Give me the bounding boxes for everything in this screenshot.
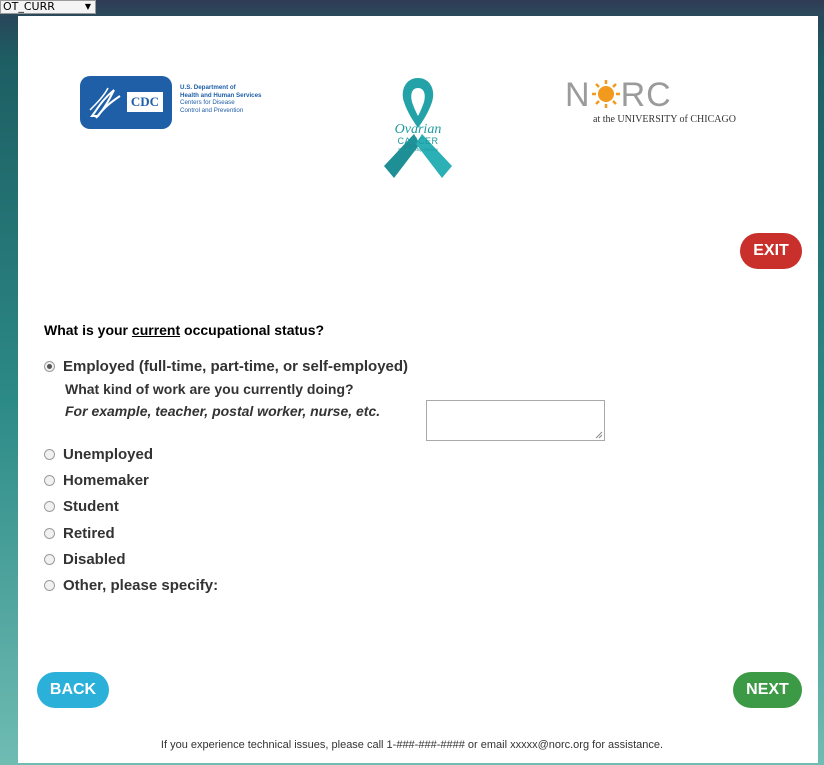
back-button[interactable]: BACK xyxy=(37,672,109,708)
question-emphasis: current xyxy=(131,322,181,338)
option-label: Employed (full-time, part-time, or self-… xyxy=(63,358,409,375)
radio-homemaker[interactable] xyxy=(44,474,55,486)
option-unemployed[interactable]: Unemployed xyxy=(44,446,153,463)
resize-grip-icon[interactable] xyxy=(595,431,603,439)
option-homemaker[interactable]: Homemaker xyxy=(44,472,149,489)
question-text: What is your current occupational status… xyxy=(44,322,324,338)
norc-wordmark: N RC xyxy=(565,78,672,112)
option-label: Disabled xyxy=(63,551,126,568)
hhs-eagle-icon xyxy=(89,87,121,119)
radio-employed[interactable] xyxy=(44,360,55,372)
option-label: Retired xyxy=(63,525,115,542)
question-prefix: What is your xyxy=(44,322,132,338)
hhs-agency-text: U.S. Department of Health and Human Serv… xyxy=(180,84,300,114)
window-top-bar xyxy=(0,0,824,16)
option-label: Homemaker xyxy=(63,472,149,489)
ovarian-cancer-ribbon-logo: Ovarian CANCER Survivorship Survey xyxy=(378,74,458,180)
cdc-logo: CDC xyxy=(80,76,172,129)
radio-retired[interactable] xyxy=(44,527,55,539)
variable-select-value: OT_CURR xyxy=(3,0,55,13)
option-other[interactable]: Other, please specify: xyxy=(44,577,218,594)
followup-question: What kind of work are you currently doin… xyxy=(65,381,354,397)
option-employed[interactable]: Employed (full-time, part-time, or self-… xyxy=(44,358,408,375)
norc-logo: N RC at the UNIVERSITY of CHICAGO xyxy=(565,78,765,128)
sunburst-icon xyxy=(591,80,620,108)
option-student[interactable]: Student xyxy=(44,498,119,515)
radio-student[interactable] xyxy=(44,500,55,512)
norc-subtitle: at the UNIVERSITY of CHICAGO xyxy=(593,114,736,125)
exit-button[interactable]: EXIT xyxy=(740,233,802,269)
cdc-mark: CDC xyxy=(127,92,163,112)
ribbon-line-2: CANCER xyxy=(397,136,439,146)
work-description-input[interactable] xyxy=(426,400,605,441)
variable-select[interactable]: OT_CURR ▼ xyxy=(0,0,96,14)
radio-other[interactable] xyxy=(44,579,55,591)
norc-letters-rc: RC xyxy=(620,76,672,114)
agency-line: U.S. Department of xyxy=(180,84,236,91)
agency-line: Centers for Disease xyxy=(180,99,235,106)
chevron-down-icon: ▼ xyxy=(84,2,91,11)
option-label: Other, please specify: xyxy=(63,577,219,594)
question-suffix: occupational status? xyxy=(180,322,325,338)
option-label: Student xyxy=(63,498,119,515)
option-retired[interactable]: Retired xyxy=(44,525,115,542)
radio-disabled[interactable] xyxy=(44,553,55,565)
option-disabled[interactable]: Disabled xyxy=(44,551,126,568)
followup-example: For example, teacher, postal worker, nur… xyxy=(65,403,381,419)
agency-line: Control and Prevention xyxy=(180,106,244,114)
next-button[interactable]: NEXT xyxy=(733,672,802,708)
footer-help-text: If you experience technical issues, plea… xyxy=(160,739,664,751)
option-label: Unemployed xyxy=(63,446,154,463)
radio-unemployed[interactable] xyxy=(44,448,55,460)
agency-line: Health and Human Services xyxy=(180,91,262,99)
norc-letter-n: N xyxy=(565,76,591,114)
ribbon-line-3: Survivorship Survey xyxy=(397,147,438,152)
